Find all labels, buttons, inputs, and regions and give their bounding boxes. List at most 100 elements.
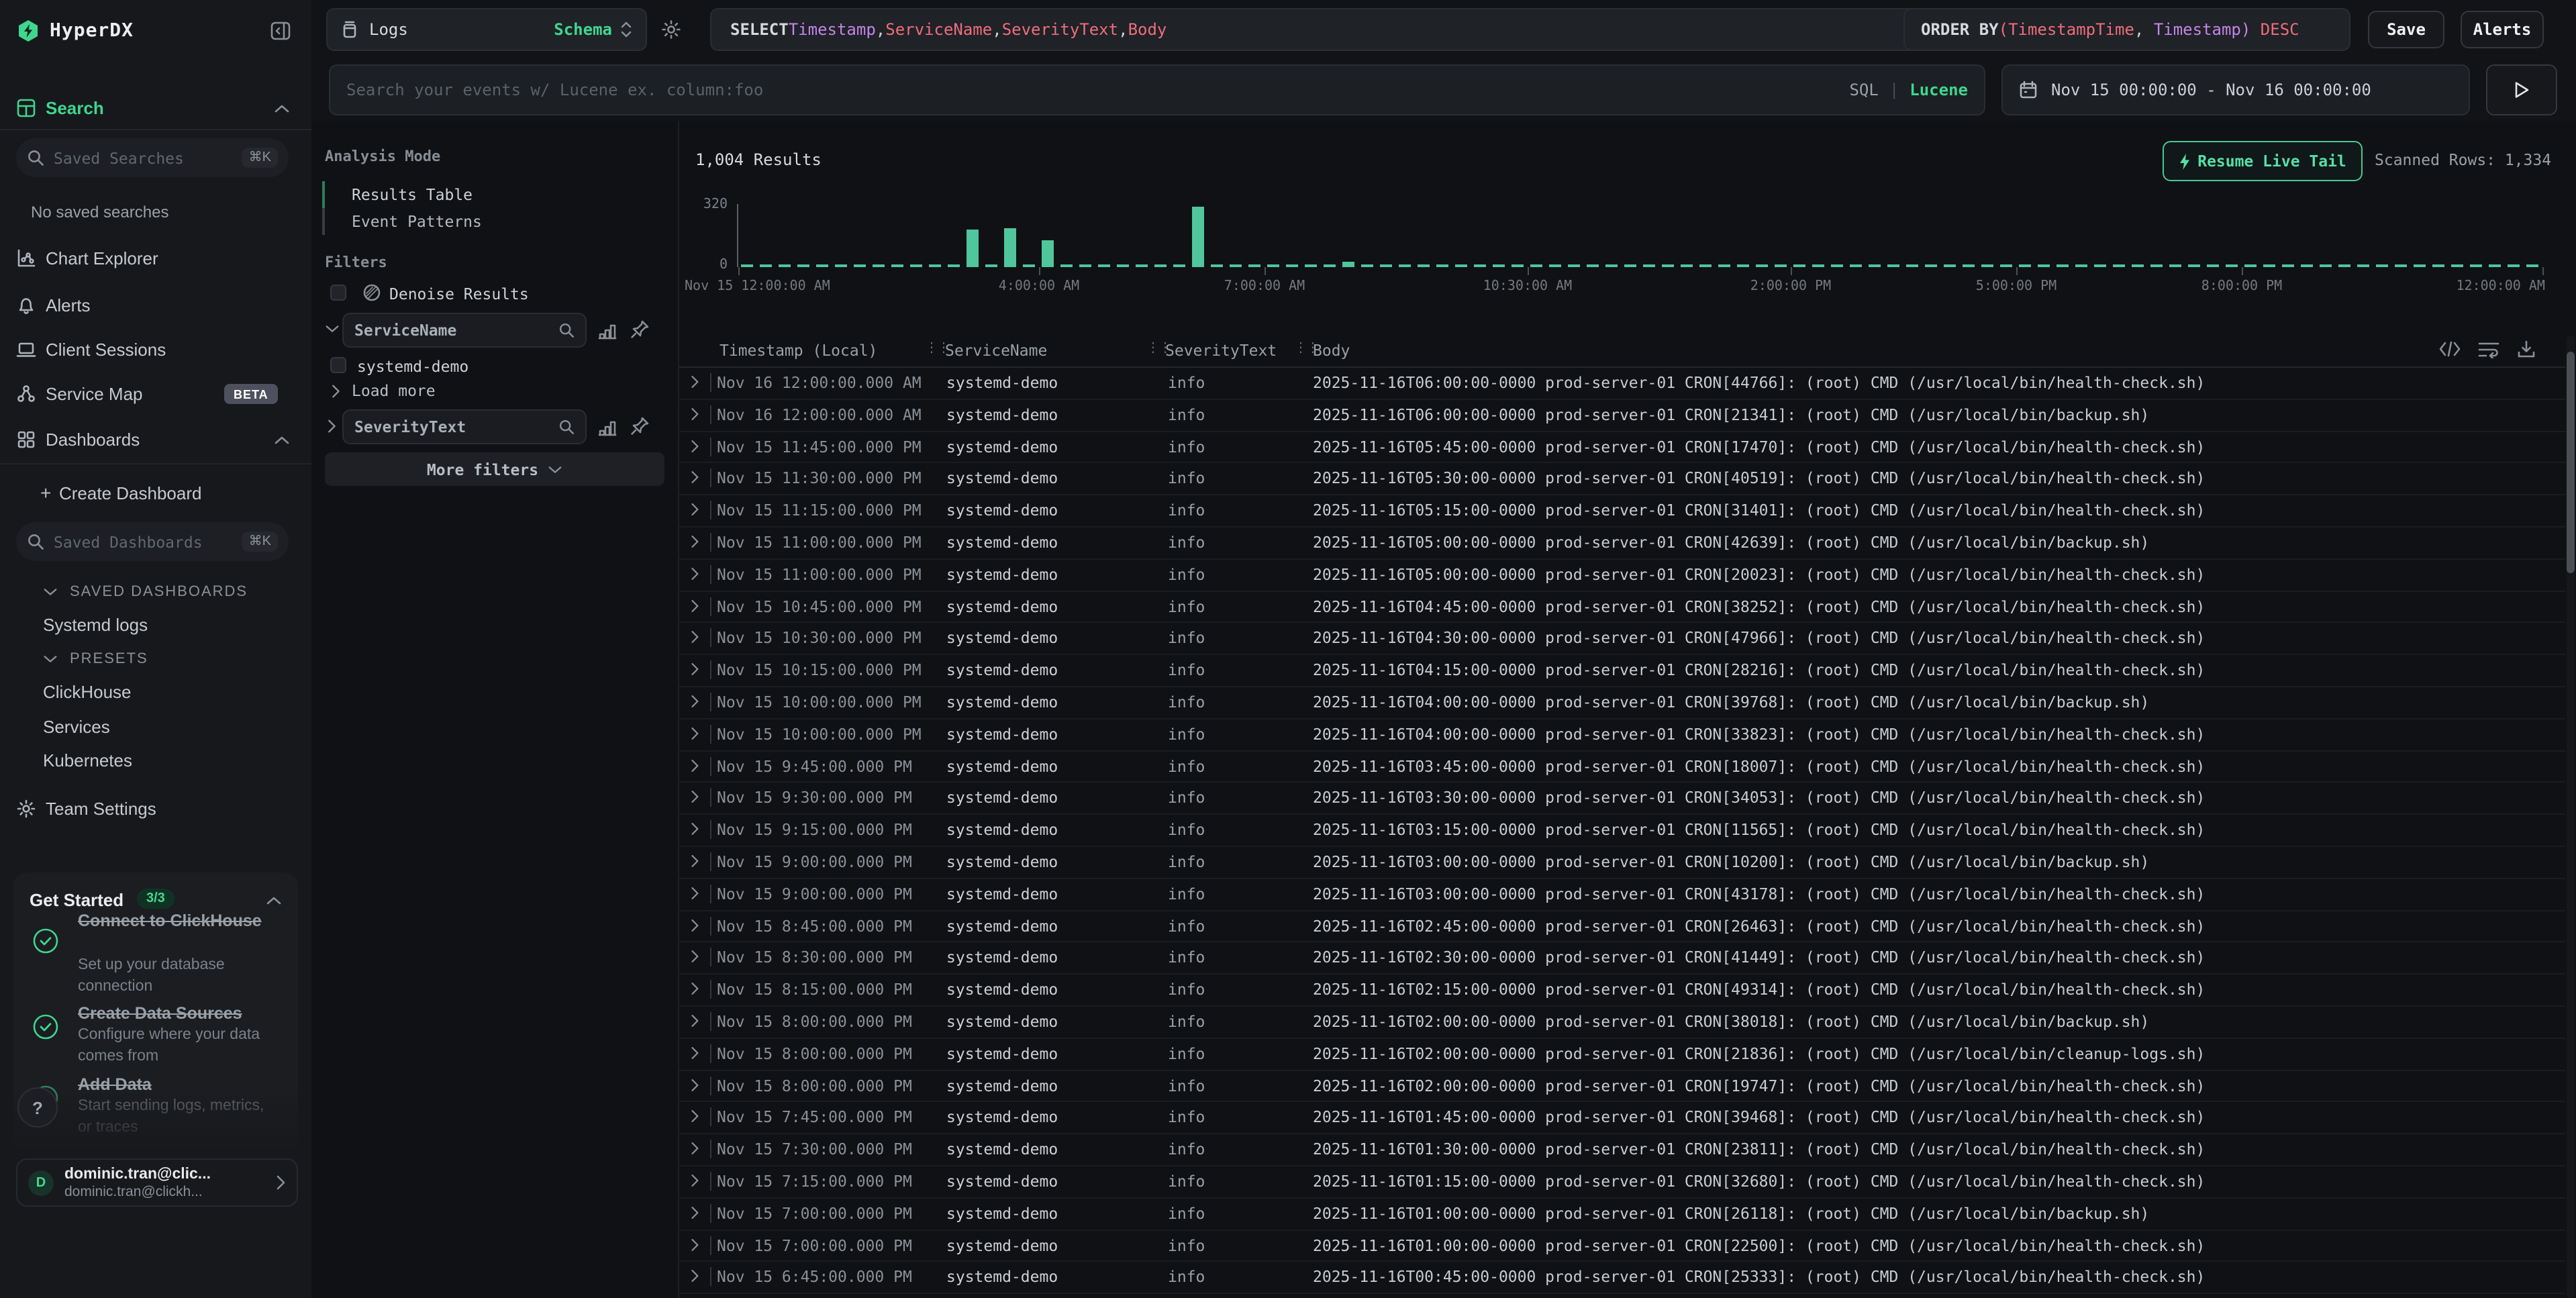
wrap-lines-icon[interactable]	[2478, 340, 2499, 358]
load-more-link[interactable]: Load more	[352, 381, 436, 400]
row-expand-chevron[interactable]	[690, 1045, 699, 1060]
row-expand-chevron[interactable]	[690, 1109, 699, 1124]
table-row[interactable]: Nov 15 9:45:00.000 PM systemd-demo info …	[679, 751, 2565, 783]
row-expand-chevron[interactable]	[690, 694, 699, 709]
bar-chart-icon[interactable]	[597, 417, 617, 438]
table-row[interactable]: Nov 15 7:30:00.000 PM systemd-demo info …	[679, 1134, 2565, 1166]
row-expand-chevron[interactable]	[690, 407, 699, 421]
row-expand-chevron[interactable]	[690, 790, 699, 805]
table-row[interactable]: Nov 15 7:15:00.000 PM systemd-demo info …	[679, 1166, 2565, 1199]
row-expand-chevron[interactable]	[690, 662, 699, 677]
scrollbar-thumb[interactable]	[2567, 352, 2575, 573]
chevron-down-icon[interactable]	[325, 323, 340, 334]
sidebar-item-search[interactable]: Search	[46, 98, 104, 118]
row-expand-chevron[interactable]	[690, 1205, 699, 1219]
column-header-severitytext[interactable]: SeverityText	[1165, 341, 1277, 360]
table-row[interactable]: Nov 15 11:15:00.000 PM systemd-demo info…	[679, 495, 2565, 528]
table-row[interactable]: Nov 15 8:00:00.000 PM systemd-demo info …	[679, 1007, 2565, 1039]
get-started-step-title[interactable]: Create Data Sources	[78, 1003, 293, 1024]
table-row[interactable]: Nov 15 7:45:00.000 PM systemd-demo info …	[679, 1103, 2565, 1135]
pin-icon[interactable]	[630, 416, 650, 436]
sidebar-item-alerts[interactable]: Alerts	[46, 295, 90, 315]
row-expand-chevron[interactable]	[690, 950, 699, 964]
row-expand-chevron[interactable]	[690, 886, 699, 901]
row-expand-chevron[interactable]	[690, 598, 699, 613]
sidebar-item-chart-explorer[interactable]: Chart Explorer	[46, 248, 158, 268]
severitytext-filter-search[interactable]: SeverityText	[342, 409, 587, 444]
saved-searches-input[interactable]: Saved Searches ⌘K	[16, 138, 289, 177]
table-row[interactable]: Nov 15 10:30:00.000 PM systemd-demo info…	[679, 623, 2565, 656]
sidebar-item-systemd-logs[interactable]: Systemd logs	[43, 615, 148, 635]
source-selector[interactable]: Logs Schema	[326, 8, 647, 51]
sidebar-item-service-map[interactable]: Service Map	[46, 384, 143, 404]
row-expand-chevron[interactable]	[690, 1173, 699, 1188]
sidebar-item-services[interactable]: Services	[43, 717, 110, 737]
download-icon[interactable]	[2517, 340, 2536, 358]
row-expand-chevron[interactable]	[690, 758, 699, 772]
run-query-button[interactable]	[2486, 64, 2557, 115]
denoise-checkbox[interactable]	[330, 285, 346, 301]
table-row[interactable]: Nov 15 6:45:00.000 PM systemd-demo info …	[679, 1262, 2565, 1295]
gear-icon[interactable]	[660, 19, 682, 40]
row-expand-chevron[interactable]	[690, 1077, 699, 1092]
column-header-servicename[interactable]: ServiceName	[945, 341, 1047, 360]
table-row[interactable]: Nov 15 10:15:00.000 PM systemd-demo info…	[679, 655, 2565, 687]
row-expand-chevron[interactable]	[690, 630, 699, 645]
row-expand-chevron[interactable]	[690, 470, 699, 485]
chevron-down-icon[interactable]	[43, 587, 58, 597]
sidebar-item-team-settings[interactable]: Team Settings	[46, 799, 156, 819]
search-input[interactable]: Search your events w/ Lucene ex. column:…	[329, 64, 1985, 115]
column-header-timestamp[interactable]: Timestamp (Local)	[720, 341, 877, 360]
resume-live-tail-button[interactable]: Resume Live Tail	[2163, 141, 2363, 181]
table-row[interactable]: Nov 16 12:00:00.000 AM systemd-demo info…	[679, 368, 2565, 400]
save-button[interactable]: Save	[2368, 11, 2444, 48]
table-row[interactable]: Nov 15 7:00:00.000 PM systemd-demo info …	[679, 1198, 2565, 1230]
saved-dashboards-input[interactable]: Saved Dashboards ⌘K	[16, 522, 289, 561]
orderby-clause-input[interactable]: ORDER BY (TimestampTime, Timestamp) DESC	[1903, 8, 2350, 51]
row-expand-chevron[interactable]	[690, 1141, 699, 1156]
chevron-up-icon[interactable]	[274, 103, 290, 114]
date-range-picker[interactable]: Nov 15 00:00:00 - Nov 16 00:00:00	[2001, 64, 2470, 115]
row-expand-chevron[interactable]	[690, 438, 699, 453]
chevron-down-icon[interactable]	[43, 654, 58, 664]
sql-toggle[interactable]: SQL	[1849, 81, 1878, 99]
table-row[interactable]: Nov 15 9:00:00.000 PM systemd-demo info …	[679, 879, 2565, 911]
row-expand-chevron[interactable]	[690, 1013, 699, 1028]
denoise-label[interactable]: Denoise Results	[389, 285, 529, 303]
alerts-button[interactable]: Alerts	[2461, 11, 2544, 48]
systemd-demo-checkbox[interactable]	[330, 357, 346, 373]
table-row[interactable]: Nov 15 11:30:00.000 PM systemd-demo info…	[679, 464, 2565, 496]
table-row[interactable]: Nov 15 11:00:00.000 PM systemd-demo info…	[679, 560, 2565, 592]
code-icon[interactable]	[2439, 341, 2461, 357]
table-row[interactable]: Nov 15 8:15:00.000 PM systemd-demo info …	[679, 975, 2565, 1007]
table-row[interactable]: Nov 15 9:00:00.000 PM systemd-demo info …	[679, 847, 2565, 879]
row-expand-chevron[interactable]	[690, 1237, 699, 1252]
table-row[interactable]: Nov 15 9:30:00.000 PM systemd-demo info …	[679, 783, 2565, 815]
sidebar-item-client-sessions[interactable]: Client Sessions	[46, 340, 166, 360]
mode-results-table[interactable]: Results Table	[352, 185, 473, 204]
sidebar-item-dashboards[interactable]: Dashboards	[46, 430, 140, 450]
row-expand-chevron[interactable]	[690, 821, 699, 836]
table-row[interactable]: Nov 16 12:00:00.000 AM systemd-demo info…	[679, 400, 2565, 432]
table-row[interactable]: Nov 15 10:00:00.000 PM systemd-demo info…	[679, 719, 2565, 752]
filter-value-systemd-demo[interactable]: systemd-demo	[357, 357, 468, 376]
mode-event-patterns[interactable]: Event Patterns	[352, 212, 482, 231]
table-row[interactable]: Nov 15 10:45:00.000 PM systemd-demo info…	[679, 591, 2565, 623]
bar-chart-icon[interactable]	[597, 321, 617, 341]
user-menu[interactable]: D dominic.tran@clic... dominic.tran@clic…	[16, 1158, 298, 1207]
lucene-toggle[interactable]: Lucene	[1910, 81, 1968, 99]
table-row[interactable]: Nov 15 11:00:00.000 PM systemd-demo info…	[679, 528, 2565, 560]
table-row[interactable]: Nov 15 8:00:00.000 PM systemd-demo info …	[679, 1038, 2565, 1070]
row-expand-chevron[interactable]	[690, 502, 699, 517]
row-expand-chevron[interactable]	[690, 566, 699, 581]
collapse-sidebar-icon[interactable]	[270, 20, 291, 42]
row-expand-chevron[interactable]	[690, 534, 699, 549]
histogram-plot[interactable]	[738, 185, 2542, 267]
row-expand-chevron[interactable]	[690, 726, 699, 741]
sidebar-item-kubernetes[interactable]: Kubernetes	[43, 750, 132, 770]
pin-icon[interactable]	[630, 319, 650, 340]
row-expand-chevron[interactable]	[690, 375, 699, 389]
chevron-right-icon[interactable]	[326, 419, 337, 434]
sidebar-item-clickhouse[interactable]: ClickHouse	[43, 682, 132, 702]
chevron-up-icon[interactable]	[266, 895, 282, 906]
